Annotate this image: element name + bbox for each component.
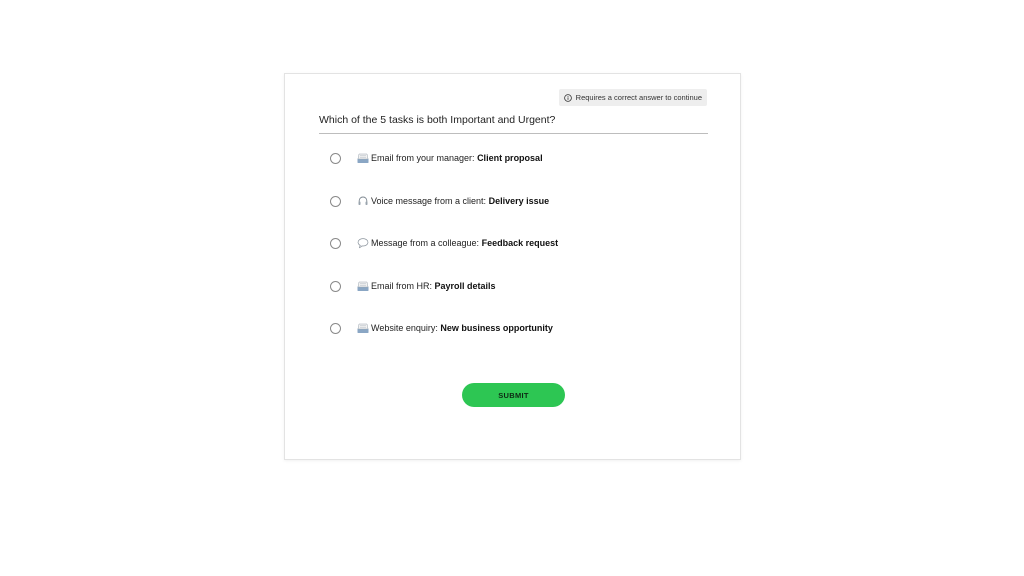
answer-option[interactable]: Message from a colleague: Feedback reque… <box>330 237 710 280</box>
option-title: Payroll details <box>434 280 496 291</box>
radio-button[interactable] <box>330 323 341 334</box>
radio-button[interactable] <box>330 280 341 292</box>
answer-option[interactable]: Email from your manager: Client proposal <box>330 152 710 195</box>
option-title: New business opportunity <box>440 323 553 333</box>
question-text: Which of the 5 tasks is both Important a… <box>319 114 708 134</box>
answer-option[interactable]: Website enquiry: New business opportunit… <box>330 322 710 365</box>
option-title: Delivery issue <box>488 195 550 206</box>
headphones-icon <box>357 195 369 207</box>
option-prefix: Voice message from a client: <box>371 195 487 206</box>
option-prefix: Email from your manager: <box>371 153 475 163</box>
answer-options: Email from your manager: Client proposal… <box>330 152 710 365</box>
answer-option[interactable]: Voice message from a client: Delivery is… <box>330 195 710 238</box>
email-tray-icon <box>357 280 369 292</box>
email-tray-icon <box>357 322 369 334</box>
requirement-notice-text: Requires a correct answer to continue <box>575 93 702 102</box>
email-tray-icon <box>357 152 369 164</box>
question-card: Requires a correct answer to continue Wh… <box>284 73 741 460</box>
option-prefix: Message from a colleague: <box>371 238 480 248</box>
answer-option[interactable]: Email from HR: Payroll details <box>330 280 710 323</box>
speech-bubble-icon <box>357 237 369 249</box>
requirement-notice: Requires a correct answer to continue <box>558 89 707 106</box>
radio-button[interactable] <box>330 238 341 249</box>
radio-button[interactable] <box>330 195 341 207</box>
option-prefix: Website enquiry: <box>371 323 438 333</box>
option-prefix: Email from HR: <box>371 280 433 291</box>
radio-button[interactable] <box>330 153 341 164</box>
info-circle-icon <box>563 93 572 102</box>
option-title: Feedback request <box>481 238 559 248</box>
option-title: Client proposal <box>477 153 543 163</box>
submit-button[interactable]: SUBMIT <box>462 383 565 407</box>
